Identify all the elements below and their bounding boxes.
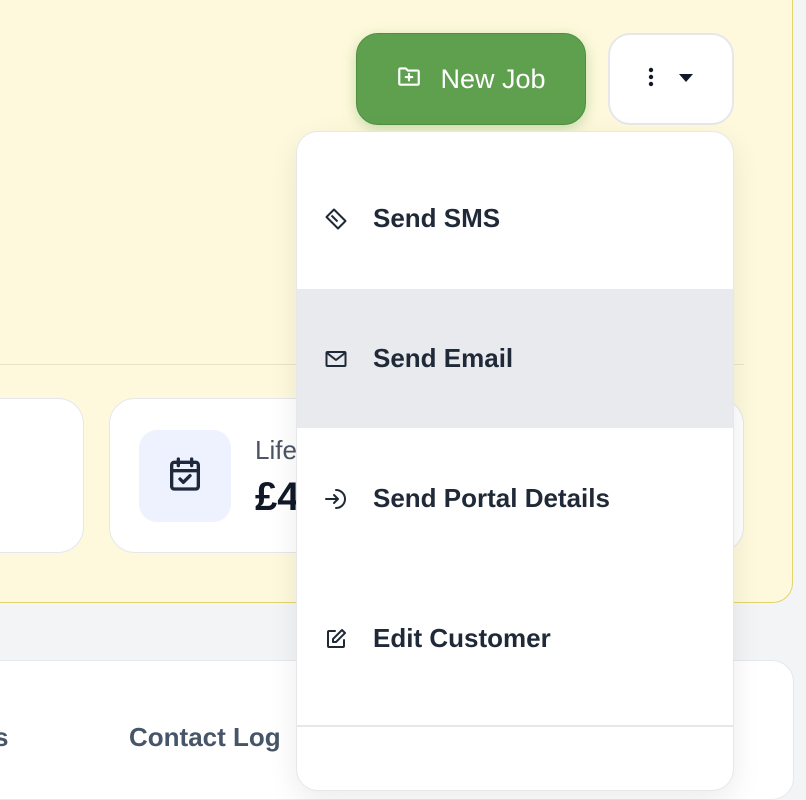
menu-item-send-email[interactable]: Send Email	[297, 289, 733, 428]
stat-value: £4	[255, 475, 300, 519]
menu-item-label: Send Portal Details	[373, 483, 610, 513]
new-job-button[interactable]: New Job	[356, 33, 586, 125]
menu-item-edit-customer[interactable]: Edit Customer	[297, 569, 733, 708]
menu-item-label: Send SMS	[373, 203, 501, 233]
calendar-check-icon	[165, 454, 205, 499]
menu-item-send-sms[interactable]: Send SMS	[297, 149, 733, 288]
stat-card	[0, 398, 84, 553]
new-job-label: New Job	[440, 63, 546, 94]
tab-partial[interactable]: s	[0, 722, 8, 753]
portal-login-icon	[323, 486, 349, 512]
tab-contact-log[interactable]: Contact Log	[129, 722, 281, 753]
menu-item-send-portal-details[interactable]: Send Portal Details	[297, 429, 733, 568]
calendar-icon-tile	[139, 430, 231, 522]
caret-down-icon	[678, 70, 694, 88]
menu-divider	[297, 725, 733, 727]
menu-item-label: Edit Customer	[373, 623, 551, 653]
stat-label: Life	[255, 435, 297, 465]
kebab-icon	[648, 67, 654, 92]
more-actions-button[interactable]	[608, 33, 734, 125]
edit-icon	[323, 626, 349, 652]
sms-icon	[323, 206, 349, 232]
menu-item-label: Send Email	[373, 343, 514, 373]
mail-icon	[323, 346, 349, 372]
folder-plus-icon	[396, 63, 422, 96]
more-actions-dropdown: Send SMS Send Email Send Portal Details …	[296, 131, 734, 791]
